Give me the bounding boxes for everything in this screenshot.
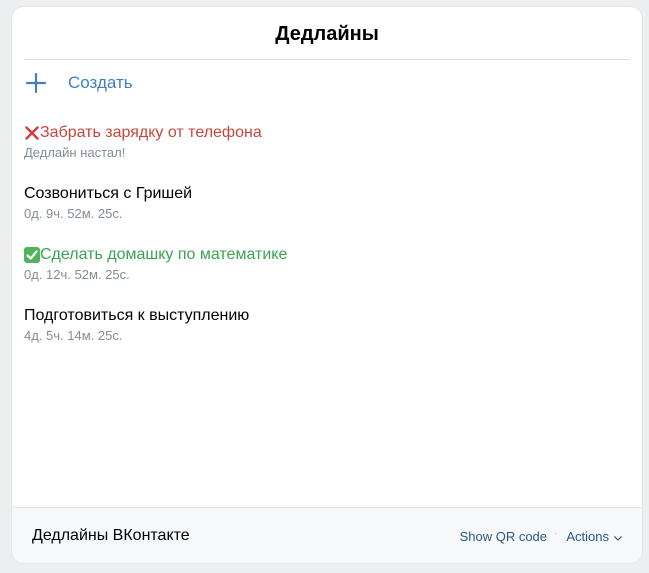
header: Дедлайны [12, 7, 642, 59]
deadline-list: Забрать зарядку от телефона Дедлайн наст… [24, 122, 630, 366]
deadline-title: Созвониться с Гришей [24, 183, 630, 205]
footer-actions: Show QR code · Actions [460, 527, 622, 544]
deadline-item[interactable]: Созвониться с Гришей 0д. 9ч. 52м. 25с. [24, 183, 630, 244]
deadline-title: Подготовиться к выступлению [24, 305, 630, 327]
deadline-title: Забрать зарядку от телефона [24, 122, 630, 144]
deadline-item[interactable]: Подготовиться к выступлению 4д. 5ч. 14м.… [24, 305, 630, 366]
create-label: Создать [68, 73, 133, 92]
header-divider [24, 59, 630, 60]
deadline-remaining: 0д. 9ч. 52м. 25с. [24, 206, 123, 221]
deadline-title-text: Созвониться с Гришей [24, 185, 193, 202]
show-qr-code-link[interactable]: Show QR code [460, 529, 547, 544]
create-button[interactable]: Создать [24, 67, 133, 99]
deadline-item[interactable]: Сделать домашку по математике 0д. 12ч. 5… [24, 244, 630, 305]
app-card: Дедлайны Создать Забрать зарядку от теле… [12, 7, 642, 563]
actions-label: Actions [566, 528, 609, 544]
deadline-title: Сделать домашку по математике [24, 244, 630, 266]
deadline-remaining: Дедлайн настал! [24, 145, 126, 160]
footer-app-name: Дедлайны ВКонтакте [32, 527, 190, 544]
deadline-title-text: Забрать зарядку от телефона [40, 124, 262, 141]
deadline-title-text: Сделать домашку по математике [40, 246, 288, 263]
page-title: Дедлайны [275, 22, 379, 45]
actions-menu-button[interactable]: Actions [566, 529, 622, 544]
footer-separator: · [554, 527, 558, 539]
cross-mark-icon [24, 125, 40, 141]
check-mark-icon [24, 247, 40, 263]
chevron-down-icon [614, 535, 622, 541]
deadline-title-text: Подготовиться к выступлению [24, 307, 250, 324]
deadline-item[interactable]: Забрать зарядку от телефона Дедлайн наст… [24, 122, 630, 183]
deadline-remaining: 4д. 5ч. 14м. 25с. [24, 328, 123, 343]
deadline-remaining: 0д. 12ч. 52м. 25с. [24, 267, 130, 282]
app-footer: Дедлайны ВКонтакте Show QR code · Action… [12, 507, 642, 563]
plus-icon [24, 71, 48, 95]
